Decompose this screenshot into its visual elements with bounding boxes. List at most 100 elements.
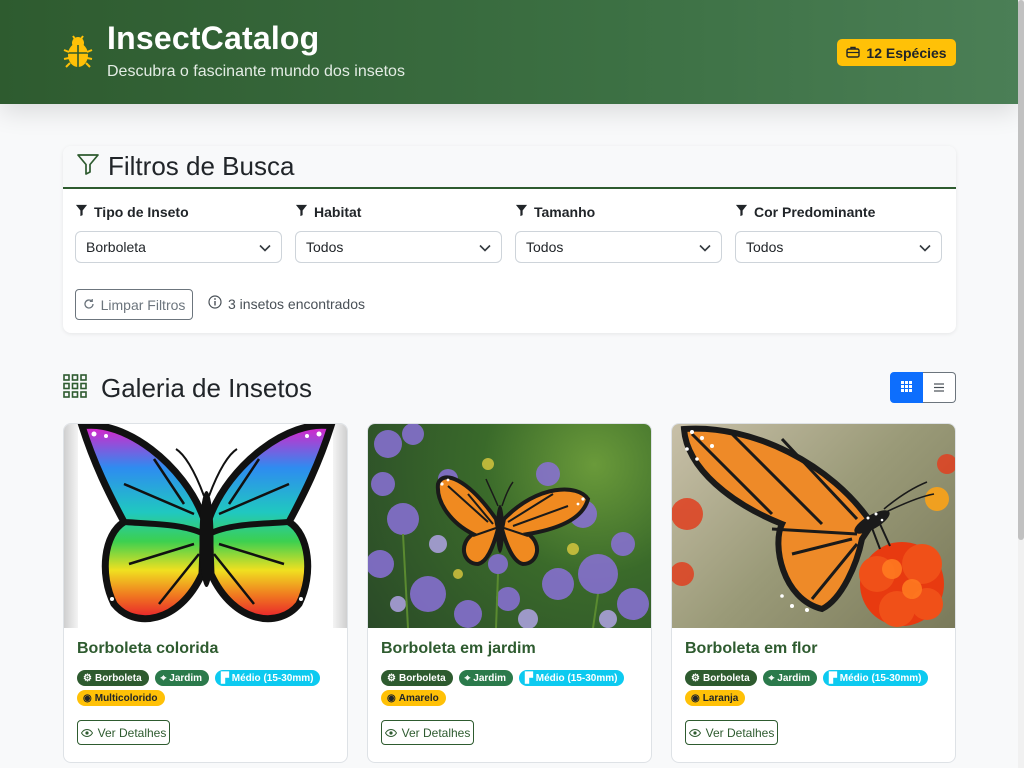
color-select[interactable]: Todos: [735, 231, 942, 263]
tag-label: Multicolorido: [94, 692, 158, 704]
tag-label: Borboleta: [398, 672, 446, 684]
filter-label: Cor Predominante: [754, 204, 876, 220]
filters-header: Filtros de Busca: [63, 146, 956, 189]
filter-label: Tamanho: [534, 204, 596, 220]
filter-size: Tamanho Todos: [515, 203, 722, 263]
app-subtitle: Descubra o fascinante mundo dos insetos: [107, 63, 405, 80]
map-pin-icon: ⌖: [160, 672, 167, 684]
bug-icon: [63, 35, 93, 69]
tag-label: Borboleta: [94, 672, 142, 684]
size-tag: ▛ Médio (15-30mm): [215, 670, 321, 686]
chevron-down-icon: [919, 239, 931, 255]
eye-icon: [688, 726, 701, 740]
filter-label: Habitat: [314, 204, 362, 220]
filter-habitat: Habitat Todos: [295, 203, 502, 263]
tag-label: Médio (15-30mm): [535, 672, 618, 684]
filter-label: Tipo de Inseto: [94, 204, 189, 220]
size-tag: ▛ Médio (15-30mm): [519, 670, 625, 686]
insect-card[interactable]: Borboleta em flor ⚙ Borboleta ⌖ Jardim ▛ Mé…: [671, 423, 956, 763]
info-circle-icon: [208, 295, 222, 312]
list-view-button[interactable]: [923, 372, 956, 403]
bug-icon: ⚙: [83, 672, 92, 684]
funnel-icon: [75, 204, 88, 220]
tag-list: ⚙ Borboleta ⌖ Jardim ▛ Médio (15-30mm) ◉ Lar…: [685, 670, 942, 706]
chevron-down-icon: [479, 239, 491, 255]
filters-card: Filtros de Busca Tipo de Inseto Borbolet…: [63, 146, 956, 333]
habitat-tag: ⌖ Jardim: [154, 670, 210, 686]
view-details-label: Ver Detalhes: [97, 725, 167, 740]
funnel-icon: [295, 204, 308, 220]
clear-filters-button[interactable]: Limpar Filtros: [75, 289, 193, 320]
tag-label: Borboleta: [702, 672, 750, 684]
funnel-icon: [735, 204, 748, 220]
result-count-text: 3 insetos encontrados: [228, 295, 365, 312]
app-title: InsectCatalog: [107, 20, 320, 56]
gallery-header: Galeria de Insetos: [63, 372, 956, 404]
palette-icon: ◉: [387, 692, 396, 704]
tag-label: Médio (15-30mm): [231, 672, 314, 684]
scrollbar-thumb[interactable]: [1018, 0, 1024, 540]
card-title: Borboleta colorida: [77, 640, 219, 657]
filter-insect-type: Tipo de Inseto Borboleta: [75, 203, 282, 263]
color-tag: ◉ Amarelo: [381, 690, 446, 706]
chevron-down-icon: [699, 239, 711, 255]
palette-icon: ◉: [83, 692, 92, 704]
ruler-icon: ▛: [221, 672, 229, 684]
list-icon: [934, 379, 944, 397]
select-value: Todos: [306, 239, 344, 255]
grid-3x3-icon: [63, 373, 87, 403]
ruler-icon: ▛: [829, 672, 837, 684]
tag-label: Médio (15-30mm): [839, 672, 922, 684]
view-details-button[interactable]: Ver Detalhes: [381, 720, 474, 745]
view-details-button[interactable]: Ver Detalhes: [77, 720, 170, 745]
briefcase-icon: [846, 45, 861, 61]
filter-color: Cor Predominante Todos: [735, 203, 942, 263]
funnel-outline-icon: [76, 152, 100, 181]
map-pin-icon: ⌖: [768, 672, 775, 684]
habitat-select[interactable]: Todos: [295, 231, 502, 263]
filters-title: Filtros de Busca: [108, 151, 295, 181]
page-scrollbar[interactable]: [1018, 0, 1024, 768]
tag-label: Jardim: [473, 672, 507, 684]
insect-card[interactable]: Borboleta em jardim ⚙ Borboleta ⌖ Jardim ▛…: [367, 423, 652, 763]
view-toggle: [890, 372, 956, 403]
view-details-button[interactable]: Ver Detalhes: [685, 720, 778, 745]
select-value: Borboleta: [86, 239, 146, 255]
species-count-label: 12 Espécies: [866, 44, 947, 61]
view-details-label: Ver Detalhes: [401, 725, 471, 740]
ruler-icon: ▛: [525, 672, 533, 684]
eye-icon: [80, 726, 93, 740]
grid-view-button[interactable]: [890, 372, 923, 403]
type-tag: ⚙ Borboleta: [77, 670, 149, 686]
card-title: Borboleta em jardim: [381, 640, 536, 657]
size-tag: ▛ Médio (15-30mm): [823, 670, 929, 686]
tag-label: Laranja: [702, 692, 739, 704]
insect-image-garden-butterfly[interactable]: [368, 424, 651, 628]
app-header: InsectCatalog Descubra o fascinante mund…: [0, 0, 1018, 104]
clear-filters-label: Limpar Filtros: [100, 296, 186, 313]
gallery-title: Galeria de Insetos: [101, 372, 313, 403]
tag-list: ⚙ Borboleta ⌖ Jardim ▛ Médio (15-30mm) ◉ Ama…: [381, 670, 638, 706]
color-tag: ◉ Multicolorido: [77, 690, 165, 706]
insect-image-colorful-butterfly[interactable]: [64, 424, 347, 628]
bug-icon: ⚙: [387, 672, 396, 684]
view-details-label: Ver Detalhes: [705, 725, 775, 740]
tag-label: Jardim: [169, 672, 203, 684]
palette-icon: ◉: [691, 692, 700, 704]
type-tag: ⚙ Borboleta: [685, 670, 757, 686]
funnel-icon: [515, 204, 528, 220]
tag-label: Amarelo: [398, 692, 439, 704]
tag-label: Jardim: [777, 672, 811, 684]
species-count-badge: 12 Espécies: [837, 39, 956, 66]
select-value: Todos: [746, 239, 784, 255]
grid-icon: [901, 379, 912, 397]
color-tag: ◉ Laranja: [685, 690, 746, 706]
insect-image-flower-butterfly[interactable]: [672, 424, 955, 628]
size-select[interactable]: Todos: [515, 231, 722, 263]
bug-icon: ⚙: [691, 672, 700, 684]
insect-type-select[interactable]: Borboleta: [75, 231, 282, 263]
insect-card[interactable]: Borboleta colorida ⚙ Borboleta ⌖ Jardim ▛ M…: [63, 423, 348, 763]
card-title: Borboleta em flor: [685, 640, 818, 657]
map-pin-icon: ⌖: [464, 672, 471, 684]
eye-icon: [384, 726, 397, 740]
